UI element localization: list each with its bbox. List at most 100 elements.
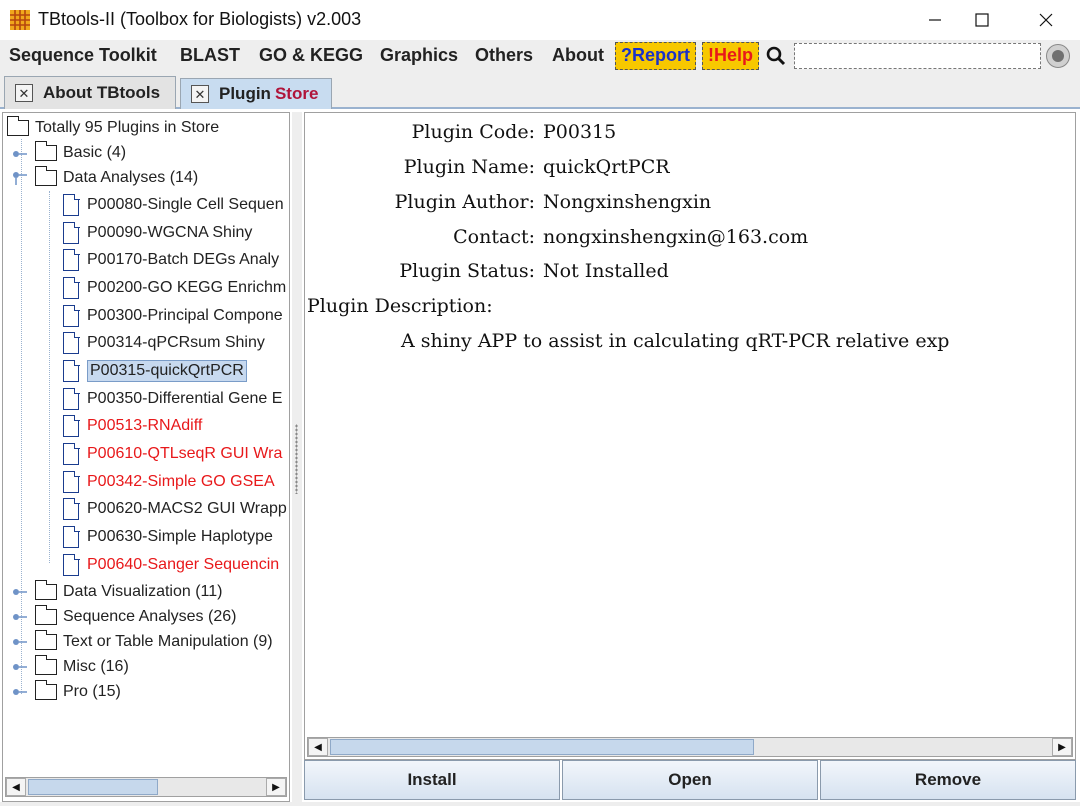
document-icon [63,248,80,271]
tree-plugin-item[interactable]: P00620-MACS2 GUI Wrapp [63,496,287,522]
folder-icon [34,630,57,650]
detail-plugin-code: Plugin Code: P00315 [305,121,617,143]
tree-category-label: Misc (16) [63,658,129,675]
maximize-button[interactable] [952,0,1012,40]
tree-plugin-item[interactable]: P00200-GO KEGG Enrichm [63,275,286,301]
document-icon [63,387,80,410]
expand-toggle-icon[interactable] [13,637,27,647]
document-icon [63,331,80,354]
document-icon [63,442,80,465]
expand-toggle-icon[interactable] [13,587,27,597]
detail-value: nongxinshengxin@163.com [543,226,809,248]
settings-button[interactable] [1046,44,1070,68]
tree-plugin-item[interactable]: P00640-Sanger Sequencin [63,552,279,578]
detail-key: Plugin Code: [411,121,535,143]
tree-root[interactable]: Totally 95 Plugins in Store [6,115,220,141]
plugin-label: P00170-Batch DEGs Analy [87,251,280,268]
tree-plugin-item[interactable]: P00610-QTLseqR GUI Wra [63,441,282,467]
scroll-left-icon[interactable]: ◀ [6,778,26,796]
scroll-right-icon[interactable]: ▶ [266,778,286,796]
menu-go-kegg[interactable]: GO & KEGG [259,45,363,66]
tree-category-basic[interactable]: Basic (4) [34,140,127,166]
tree-category-pro[interactable]: Pro (15) [34,679,121,705]
menu-blast[interactable]: BLAST [180,45,240,66]
document-icon [63,414,80,437]
tree-category-label: Text or Table Manipulation (9) [63,633,273,650]
plugin-label: P00513-RNAdiff [87,417,203,434]
tree-category-sequence-analyses[interactable]: Sequence Analyses (26) [34,604,236,630]
document-icon [63,553,80,576]
report-button[interactable]: ?Report [615,42,696,70]
panel-splitter[interactable] [292,112,302,802]
expand-toggle-icon[interactable] [13,612,27,622]
menu-sequence-toolkit[interactable]: Sequence Toolkit [9,45,157,66]
tree-plugin-item[interactable]: P00513-RNAdiff [63,413,202,439]
remove-button[interactable]: Remove [820,760,1076,800]
tab-about-tbtools[interactable]: ✕ About TBtools [4,76,176,109]
tree-plugin-item[interactable]: P00170-Batch DEGs Analy [63,247,279,273]
splitter-grip-icon [295,424,298,494]
expand-toggle-icon[interactable] [13,687,27,697]
open-button[interactable]: Open [562,760,818,800]
menu-graphics[interactable]: Graphics [380,45,458,66]
plugin-label: P00080-Single Cell Sequen [87,196,284,213]
tree-category-data-visualization[interactable]: Data Visualization (11) [34,579,223,605]
folder-icon [34,580,57,600]
tree-plugin-item[interactable]: P00630-Simple Haplotype [63,524,273,550]
menu-about[interactable]: About [552,45,604,66]
document-icon [63,193,80,216]
tab-label-accent: Store [274,84,319,103]
install-button[interactable]: Install [304,760,560,800]
close-window-button[interactable] [1016,0,1076,40]
search-icon[interactable] [766,46,786,66]
tree-category-text-table[interactable]: Text or Table Manipulation (9) [34,629,273,655]
document-icon [63,276,80,299]
search-input[interactable] [794,43,1041,69]
minimize-icon [929,19,941,21]
tab-close-icon[interactable]: ✕ [15,84,33,102]
detail-value: quickQrtPCR [543,156,670,178]
help-button[interactable]: !Help [702,42,759,70]
scroll-right-icon[interactable]: ▶ [1052,738,1072,756]
tree-category-misc[interactable]: Misc (16) [34,654,129,680]
collapse-toggle-icon[interactable] [13,171,27,185]
document-icon [63,497,80,520]
tab-plugin-store[interactable]: ✕ Plugin Store [180,78,332,109]
tab-close-icon[interactable]: ✕ [191,85,209,103]
tab-strip: ✕ About TBtools ✕ Plugin Store [0,72,1080,109]
tree-plugin-item[interactable]: P00350-Differential Gene E [63,386,282,412]
window-title: TBtools-II (Toolbox for Biologists) v2.0… [38,9,362,29]
tree-category-label: Basic (4) [63,144,127,161]
detail-plugin-author: Plugin Author: Nongxinshengxin [305,191,712,213]
detail-value: Not Installed [543,260,669,282]
expand-toggle-icon[interactable] [13,662,27,672]
tree-category-label: Data Analyses (14) [63,169,199,186]
tree-plugin-item[interactable]: P00080-Single Cell Sequen [63,192,284,218]
tree-horizontal-scrollbar[interactable]: ◀ ▶ [5,777,287,797]
tree-plugin-item[interactable]: P00300-Principal Compone [63,303,283,329]
folder-icon [34,655,57,675]
tree-category-data-analyses[interactable]: Data Analyses (14) [34,165,199,191]
scrollbar-thumb[interactable] [330,739,754,755]
expand-toggle-icon[interactable] [13,149,27,159]
tree-plugin-item[interactable]: P00090-WGCNA Shiny [63,220,252,246]
title-bar: TBtools-II (Toolbox for Biologists) v2.0… [0,0,1080,40]
detail-key: Contact: [453,226,535,248]
detail-plugin-name: Plugin Name: quickQrtPCR [305,156,670,178]
tree-plugin-item-selected[interactable]: P00315-quickQrtPCR [63,358,247,384]
scrollbar-thumb[interactable] [28,779,158,795]
folder-icon [6,116,29,136]
detail-description-heading: Plugin Description: [307,295,493,317]
tree-plugin-item[interactable]: P00342-Simple GO GSEA [63,469,275,495]
detail-key: Plugin Name: [403,156,535,178]
detail-key: Plugin Status: [399,260,535,282]
plugin-label: P00610-QTLseqR GUI Wra [87,445,283,462]
menu-others[interactable]: Others [475,45,533,66]
tree-root-label: Totally 95 Plugins in Store [35,119,220,136]
detail-key: Plugin Author: [394,191,535,213]
tree-category-label: Pro (15) [63,683,121,700]
plugin-label: P00640-Sanger Sequencin [87,556,280,573]
tree-plugin-item[interactable]: P00314-qPCRsum Shiny [63,330,265,356]
details-horizontal-scrollbar[interactable]: ◀ ▶ [307,737,1073,757]
scroll-left-icon[interactable]: ◀ [308,738,328,756]
